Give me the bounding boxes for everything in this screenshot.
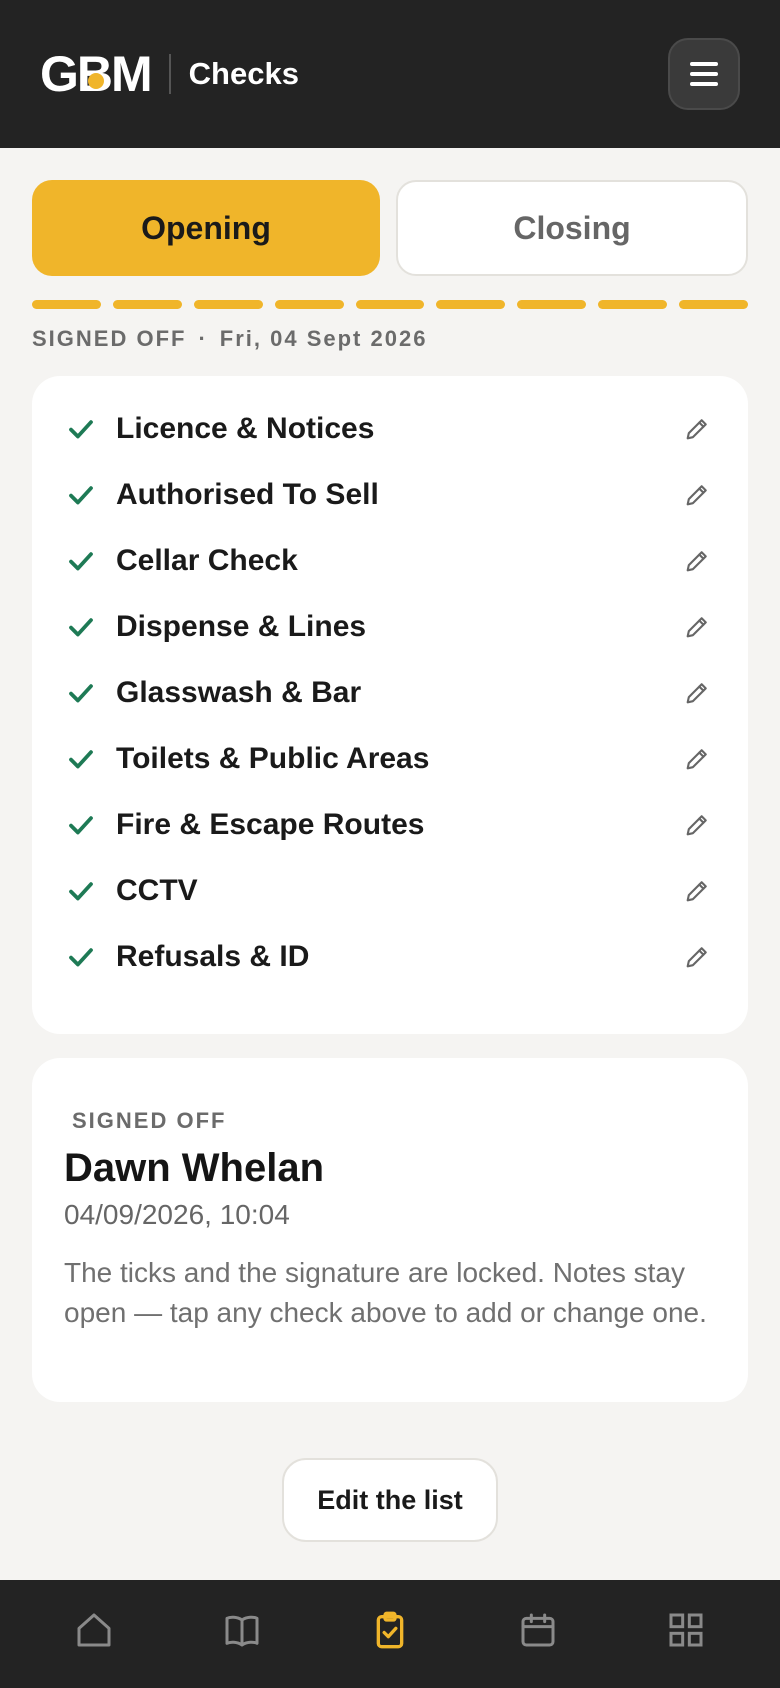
check-label: Cellar Check: [116, 544, 298, 577]
check-label: Toilets & Public Areas: [116, 742, 430, 775]
signoff-label: SIGNED OFF: [72, 1108, 227, 1133]
check-icon: [66, 612, 116, 642]
check-icon: [66, 480, 116, 510]
check-row[interactable]: Cellar Check: [66, 528, 714, 594]
grid-icon: [669, 1613, 703, 1647]
check-icon: [66, 744, 116, 774]
progress-segment: [112, 300, 182, 309]
pencil-icon[interactable]: [680, 808, 714, 842]
check-row[interactable]: Toilets & Public Areas: [66, 726, 714, 792]
menu-button[interactable]: [668, 38, 740, 110]
pencil-icon[interactable]: [680, 478, 714, 512]
check-label: Fire & Escape Routes: [116, 808, 425, 841]
signoff-card: SIGNED OFF Dawn Whelan 04/09/2026, 10:04…: [32, 1058, 748, 1402]
check-label: CCTV: [116, 874, 198, 907]
check-label: Glasswash & Bar: [116, 676, 362, 709]
tab-closing[interactable]: Closing: [396, 180, 748, 276]
home-icon: [77, 1613, 111, 1647]
logo-dot: [88, 73, 104, 89]
check-label: Refusals & ID: [116, 940, 310, 973]
progress-segment: [274, 300, 344, 309]
pencil-icon[interactable]: [680, 742, 714, 776]
status-line: SIGNED OFF · Fri, 04 Sept 2026: [32, 326, 427, 352]
progress-bar: [32, 300, 749, 310]
clipboard-check-icon: [376, 1611, 404, 1649]
pencil-icon[interactable]: [680, 544, 714, 578]
pencil-icon[interactable]: [680, 412, 714, 446]
progress-segment: [598, 300, 668, 309]
check-icon: [66, 810, 116, 840]
check-row[interactable]: Licence & Notices: [66, 396, 714, 462]
check-icon: [66, 942, 116, 972]
progress-segment: [32, 300, 101, 309]
status-separator: ·: [198, 326, 208, 351]
signoff-timestamp: 04/09/2026, 10:04: [64, 1199, 290, 1230]
check-label: Licence & Notices: [116, 412, 375, 445]
pencil-icon[interactable]: [680, 610, 714, 644]
pencil-icon[interactable]: [680, 874, 714, 908]
book-icon: [225, 1615, 259, 1647]
edit-list-button[interactable]: Edit the list: [282, 1458, 498, 1542]
progress-segment: [679, 300, 749, 309]
checks-card: Licence & Notices Authorised To Sell Cella…: [32, 376, 748, 1034]
pencil-icon[interactable]: [680, 676, 714, 710]
check-icon: [66, 546, 116, 576]
signoff-name: Dawn Whelan: [64, 1146, 325, 1190]
nav-book[interactable]: [202, 1590, 282, 1670]
calendar-icon: [521, 1613, 555, 1647]
check-label: Authorised To Sell: [116, 478, 379, 511]
check-label: Dispense & Lines: [116, 610, 367, 643]
app-header: GBM Checks: [0, 0, 780, 148]
session-tabs: Opening Closing: [32, 180, 748, 276]
brand: GBM Checks: [40, 49, 299, 99]
signoff-note: The ticks and the signature are locked. …: [64, 1257, 707, 1328]
progress-segment: [355, 300, 425, 309]
nav-home[interactable]: [54, 1590, 134, 1670]
check-row[interactable]: Glasswash & Bar: [66, 660, 714, 726]
progress-segment: [517, 300, 587, 309]
check-row[interactable]: Dispense & Lines: [66, 594, 714, 660]
progress-segment: [193, 300, 263, 309]
nav-grid[interactable]: [646, 1590, 726, 1670]
pencil-icon[interactable]: [680, 940, 714, 974]
brand-divider: [168, 54, 171, 94]
check-row[interactable]: Refusals & ID: [66, 924, 714, 990]
check-icon: [66, 414, 116, 444]
status-state: SIGNED OFF: [32, 326, 187, 351]
check-icon: [66, 876, 116, 906]
hamburger-menu-icon: [690, 62, 718, 66]
tab-opening[interactable]: Opening: [32, 180, 380, 276]
gbm-logo: GBM: [40, 49, 153, 99]
check-row[interactable]: Fire & Escape Routes: [66, 792, 714, 858]
check-row[interactable]: CCTV: [66, 858, 714, 924]
progress-segment: [436, 300, 506, 309]
bottom-nav: [0, 1580, 780, 1688]
status-date: Fri, 04 Sept 2026: [219, 326, 428, 351]
check-icon: [66, 678, 116, 708]
nav-checks[interactable]: [350, 1590, 430, 1670]
app-name: Checks: [188, 56, 299, 91]
check-row[interactable]: Authorised To Sell: [66, 462, 714, 528]
nav-calendar[interactable]: [498, 1590, 578, 1670]
